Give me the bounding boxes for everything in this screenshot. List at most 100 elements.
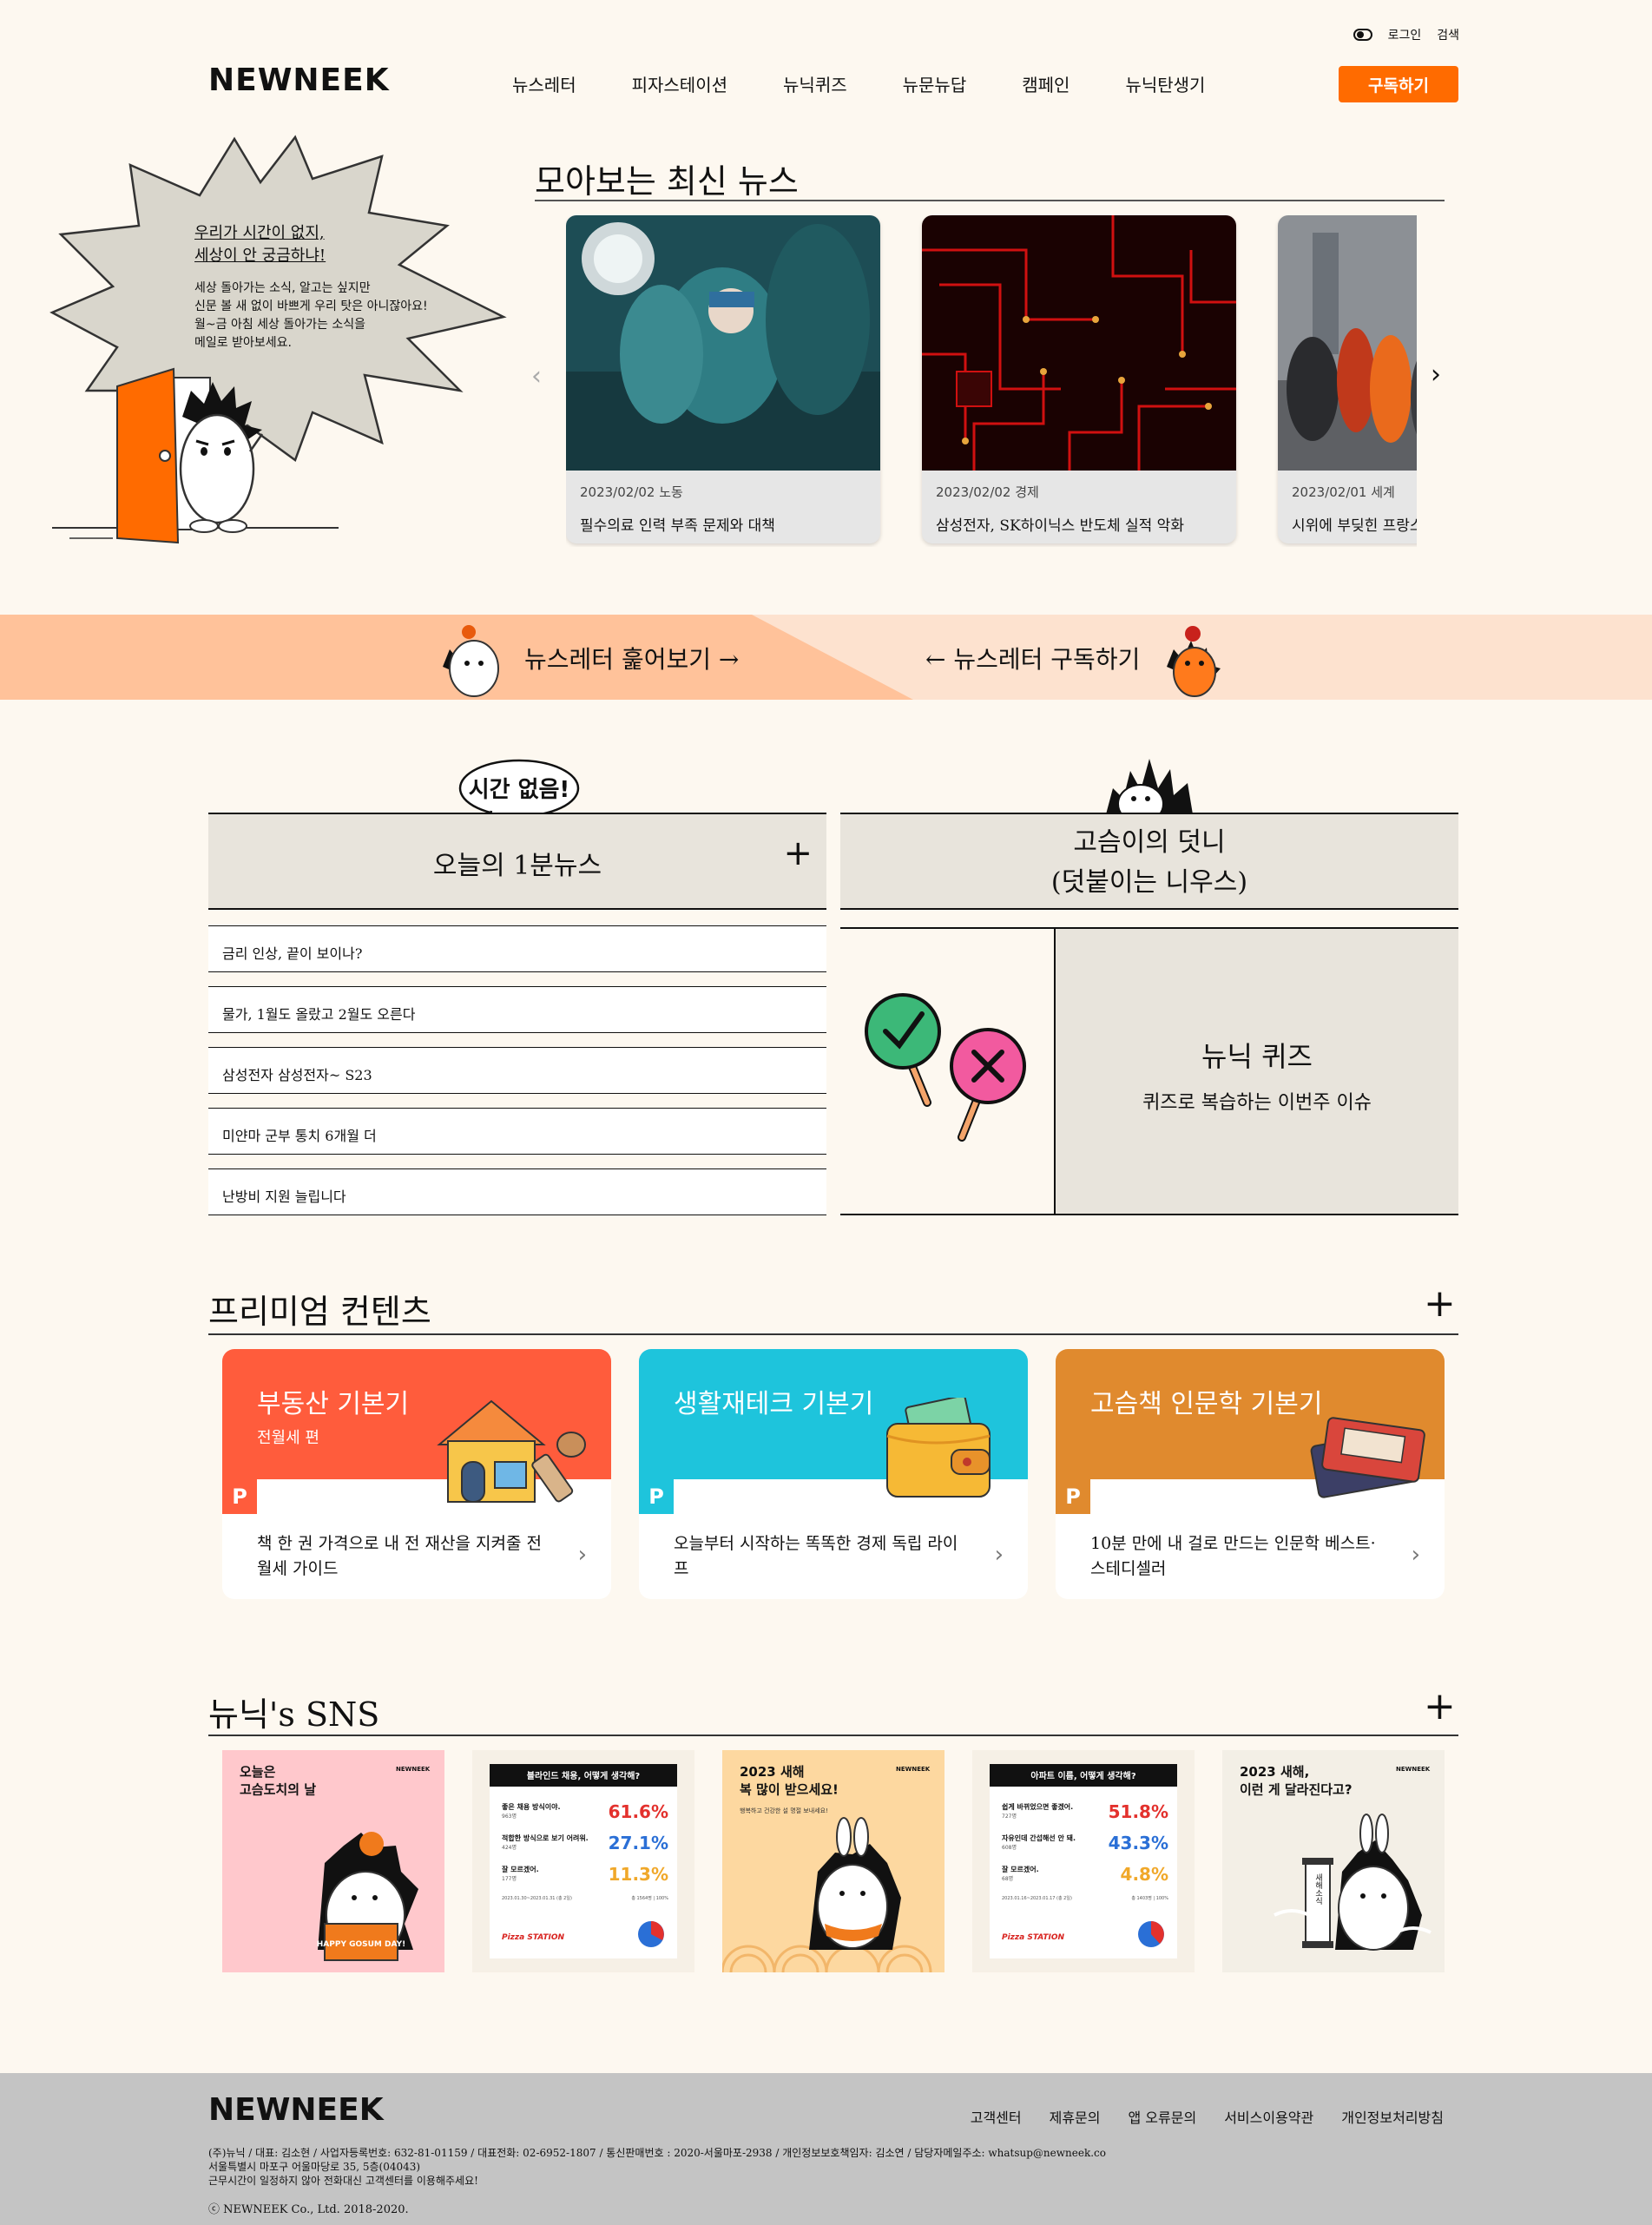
login-link[interactable]: 로그인: [1388, 26, 1422, 43]
sns-post-art: 블라인드 채용, 어떻게 생각해? 좋은 채용 방식이야. 963명 61.6%…: [490, 1764, 677, 1958]
subscribe-button[interactable]: 구독하기: [1339, 66, 1458, 102]
hero-headline-2: 세상이 안 궁금하냐!: [194, 247, 326, 265]
main-nav: 뉴스레터 피자스테이션 뉴닉퀴즈 뉴문뉴답 캠페인 뉴닉탄생기: [512, 71, 1205, 96]
plus-icon[interactable]: +: [1424, 1281, 1456, 1326]
hedgehog-title-line2: (덧붙이는 니우스): [1050, 867, 1248, 898]
quick-news-header[interactable]: 오늘의 1분뉴스 +: [208, 813, 826, 910]
scroll-text: 새해소식: [1313, 1873, 1322, 1906]
footer-link-partnership[interactable]: 제휴문의: [1050, 2106, 1101, 2127]
premium-badge-icon: P: [639, 1479, 674, 1514]
card-title: 생활재테크 기본기: [674, 1389, 874, 1419]
footer-link-support[interactable]: 고객센터: [971, 2106, 1022, 2127]
wallet-icon: [886, 1398, 991, 1498]
footer-info-line: 근무시간이 일정하지 않아 전화대신 고객센터를 이용해주세요!: [208, 2175, 478, 2187]
sponsor-logo: Pizza STATION: [1002, 1933, 1065, 1942]
list-item[interactable]: 삼성전자 삼성전자~ S23: [208, 1047, 826, 1094]
poll-count: 608명: [1002, 1844, 1017, 1851]
poll-percent: 27.1%: [609, 1833, 668, 1853]
sns-post-gosum-day[interactable]: 오늘은 고슴도치의 날 NEWNEEK HAPPY GOSUM DAY!: [222, 1750, 444, 1972]
hero-body-line: 메일로 받아보세요.: [194, 336, 292, 350]
premium-title: 프리미엄 컨텐츠: [208, 1293, 431, 1331]
premium-card-humanities[interactable]: 고슴책 인문학 기본기 P 10분 만에 내 걸로 만드는 인문학 베스트·스테…: [1056, 1349, 1445, 1599]
theme-toggle[interactable]: [1353, 29, 1372, 41]
books-icon: [1310, 1417, 1425, 1498]
sns-post-blind-hiring[interactable]: 블라인드 채용, 어떻게 생각해? 좋은 채용 방식이야. 963명 61.6%…: [472, 1750, 694, 1972]
plus-icon[interactable]: +: [1424, 1684, 1456, 1728]
nav-pizza-station[interactable]: 피자스테이션: [632, 71, 727, 96]
newsletter-subscribe-link[interactable]: ← 뉴스레터 구독하기: [925, 641, 1140, 675]
sns-brand: NEWNEEK: [396, 1766, 431, 1773]
poll-count: 727명: [1002, 1813, 1017, 1820]
list-item[interactable]: 난방비 지원 늘립니다: [208, 1168, 826, 1215]
quiz-card[interactable]: 뉴닉 퀴즈 퀴즈로 복습하는 이번주 이슈: [840, 927, 1458, 1215]
footer-company-info: (주)뉴닉 / 대표: 김소현 / 사업자등록번호: 632-81-01159 …: [208, 2146, 1163, 2188]
sns-post-art: 2023 새해 복 많이 받으세요! 행복하고 건강한 설 명절 보내세요! NE…: [722, 1764, 932, 1972]
card-title: 고슴책 인문학 기본기: [1090, 1389, 1323, 1419]
hedgehog-teeth-header[interactable]: 고슴이의 덧니 (덧붙이는 니우스): [840, 813, 1458, 910]
footer-link-terms[interactable]: 서비스이용약관: [1224, 2106, 1313, 2127]
carousel-next-icon[interactable]: ›: [1431, 359, 1441, 390]
hero-copy: 우리가 시간이 없지, 세상이 안 궁금하냐! 세상 돌아가는 소식, 알고는 …: [194, 222, 455, 352]
hero-body: 세상 돌아가는 소식, 알고는 싶지만 신문 볼 새 없이 바쁘게 우리 탓은 …: [194, 280, 455, 352]
news-card-surgery[interactable]: 2023/02/02 노동 필수의료 인력 부족 문제와 대책: [566, 215, 880, 543]
logo[interactable]: NEWNEEK: [208, 63, 390, 98]
divider: [208, 1333, 1458, 1335]
poll-count: 424명: [502, 1844, 517, 1851]
poll-count: 963명: [502, 1813, 517, 1820]
hedgehog-title-line1: 고슴이의 덧니: [1073, 827, 1226, 858]
chevron-right-icon: ›: [1411, 1542, 1420, 1568]
card-description: 오늘부터 시작하는 똑똑한 경제 독립 라이프: [674, 1534, 958, 1578]
hero-body-line: 세상 돌아가는 소식, 알고는 싶지만: [194, 281, 371, 295]
nav-quiz[interactable]: 뉴닉퀴즈: [783, 71, 847, 96]
newsletter-preview-link[interactable]: 뉴스레터 훑어보기 →: [524, 641, 739, 675]
house-stamp-icon: [437, 1399, 586, 1503]
footer-logo[interactable]: NEWNEEK: [208, 2092, 384, 2128]
sns-title: 뉴닉's SNS: [208, 1695, 380, 1734]
nav-campaign[interactable]: 캠페인: [1022, 71, 1070, 96]
plus-icon[interactable]: +: [783, 833, 813, 873]
footer-info-line: (주)뉴닉 / 대표: 김소현 / 사업자등록번호: 632-81-01159 …: [208, 2147, 1106, 2159]
news-card-protest[interactable]: 2023/02/01 세계 시위에 부딪힌 프랑스 연금개혁: [1278, 215, 1417, 543]
sns-post-apartment-names[interactable]: 아파트 이름, 어떻게 생각해? 쉽게 바뀌었으면 좋겠어. 727명 51.8…: [972, 1750, 1195, 1972]
premium-card-realestate[interactable]: 부동산 기본기 전월세 편 P 책 한 권 가격으로 내 전 재산을 지켜줄 전…: [222, 1349, 611, 1599]
poll-percent: 4.8%: [1121, 1864, 1168, 1885]
poll-option: 잘 모르겠어.: [1002, 1865, 1039, 1873]
footer-info-line: 서울특별시 마포구 어울마당로 35, 5층(04043): [208, 2161, 421, 2173]
nav-about[interactable]: 뉴닉탄생기: [1125, 71, 1205, 96]
sns-sign-text: HAPPY GOSUM DAY!: [317, 1940, 405, 1949]
card-meta: 2023/02/02 노동: [580, 484, 683, 500]
poll-option: 자유인데 간섭해선 안 돼.: [1002, 1833, 1076, 1842]
poll-total: 총 1564명 | 100%: [631, 1895, 668, 1901]
sns-brand: NEWNEEK: [896, 1766, 931, 1773]
nav-qna[interactable]: 뉴문뉴답: [903, 71, 967, 96]
footer-link-privacy[interactable]: 개인정보처리방침: [1341, 2106, 1444, 2127]
list-item[interactable]: 금리 인상, 끝이 보이나?: [208, 925, 826, 972]
news-card-semiconductor[interactable]: 2023/02/02 경제 삼성전자, SK하이닉스 반도체 실적 악화: [922, 215, 1236, 543]
poll-percent: 51.8%: [1109, 1801, 1168, 1822]
list-item[interactable]: 물가, 1월도 올랐고 2월도 오른다: [208, 986, 826, 1033]
list-item[interactable]: 미얀마 군부 통치 6개월 더: [208, 1108, 826, 1155]
chevron-right-icon: ›: [577, 1542, 587, 1568]
latest-news-title: 모아보는 최신 뉴스: [535, 162, 799, 201]
nav-newsletter[interactable]: 뉴스레터: [512, 71, 576, 96]
chevron-right-icon: ›: [994, 1542, 1004, 1568]
card-meta: 2023/02/01 세계: [1292, 484, 1395, 500]
footer-link-app-bug[interactable]: 앱 오류문의: [1129, 2106, 1197, 2127]
footer-copyright: ⓒ NEWNEEK Co., Ltd. 2018-2020.: [208, 2203, 409, 2216]
premium-card-finance[interactable]: 생활재테크 기본기 P 오늘부터 시작하는 똑똑한 경제 독립 라이프 ›: [639, 1349, 1028, 1599]
poll-percent: 61.6%: [609, 1801, 668, 1822]
hedgehog-peek-icon: [1106, 759, 1193, 814]
quiz-title: 뉴닉 퀴즈: [1201, 1040, 1313, 1073]
search-link[interactable]: 검색: [1437, 26, 1459, 43]
news-carousel: 2023/02/02 노동 필수의료 인력 부족 문제와 대책 2023/02/…: [566, 215, 1417, 547]
utility-bar: 로그인 검색: [1353, 26, 1459, 43]
poll-total: 총 1403명 | 100%: [1131, 1895, 1168, 1901]
sns-post-new-year[interactable]: 2023 새해 복 많이 받으세요! 행복하고 건강한 설 명절 보내세요! NE…: [722, 1750, 944, 1972]
carousel-prev-icon[interactable]: ‹: [531, 361, 542, 392]
sns-post-title-5: 2023 새해, 이런 게 달라진다고?: [1240, 1764, 1353, 1797]
circuit-photo: [922, 215, 1236, 471]
sns-post-new-year-changes[interactable]: 2023 새해, 이런 게 달라진다고? NEWNEEK 새해소식: [1222, 1750, 1445, 1972]
quick-news-title: 오늘의 1분뉴스: [432, 851, 602, 881]
sns-post2-title: 블라인드 채용, 어떻게 생각해?: [527, 1770, 641, 1781]
hero-headline-1: 우리가 시간이 없지,: [194, 224, 325, 242]
